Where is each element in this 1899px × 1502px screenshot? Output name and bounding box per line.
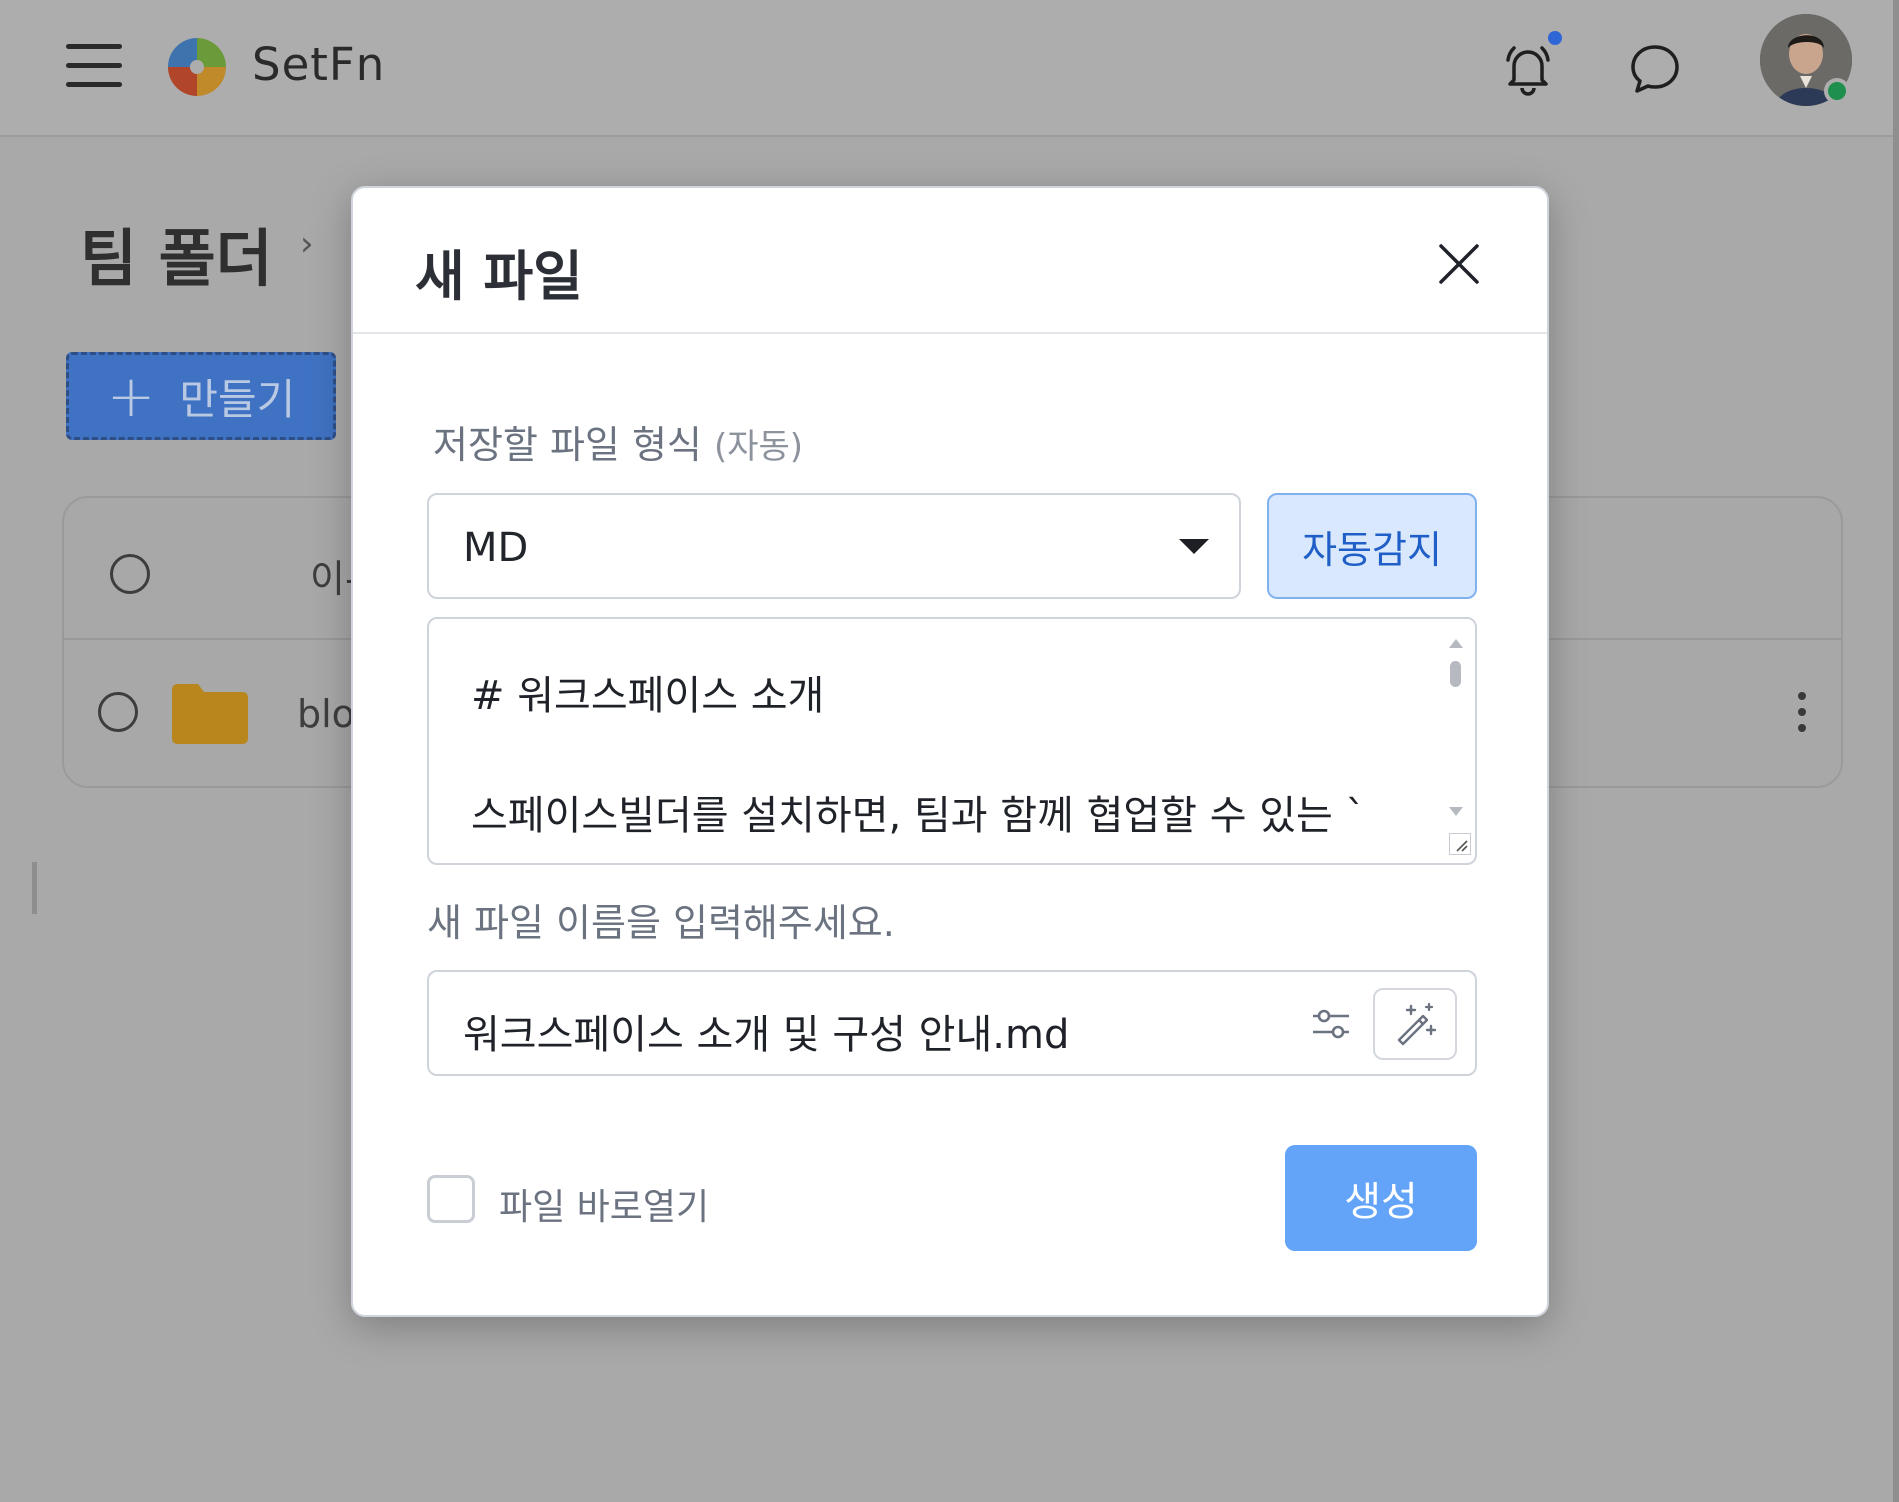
row-select-radio[interactable]	[98, 692, 138, 732]
caret-down-icon	[1179, 539, 1209, 554]
page-scrollbar[interactable]	[1893, 0, 1899, 1502]
content-line: 스페이스빌더를 설치하면, 팀과 함께 협업할 수 있는 `	[471, 793, 1366, 839]
format-selected-value: MD	[463, 525, 529, 571]
generate-button[interactable]: 생성	[1285, 1145, 1477, 1251]
dialog-title: 새 파일	[415, 245, 583, 308]
magic-wand-icon	[1397, 1002, 1437, 1046]
top-bar: SetFn	[0, 0, 1899, 137]
plus-icon: +	[106, 362, 156, 430]
new-file-dialog: 새 파일 저장할 파일 형식 (자동) MD 자동감지 # 워크스페이스 소개 …	[351, 186, 1549, 1317]
scroll-down-arrow-icon[interactable]	[1449, 807, 1463, 816]
brand-name: SetFn	[252, 38, 386, 91]
create-button-label: 만들기	[179, 374, 296, 424]
open-file-checkbox[interactable]	[427, 1175, 475, 1223]
online-status-dot	[1824, 78, 1850, 104]
file-name-value: 워크스페이스 소개 및 구성 안내.md	[463, 1012, 1070, 1058]
file-name-label: 새 파일 이름을 입력해주세요.	[427, 901, 895, 945]
create-button[interactable]: + 만들기	[66, 352, 336, 440]
table-row-name[interactable]: blo	[297, 692, 355, 736]
sliders-icon[interactable]	[1311, 1006, 1351, 1042]
format-select[interactable]: MD	[427, 493, 1241, 599]
dialog-header: 새 파일	[353, 188, 1547, 334]
page-title: 팀 폴더	[80, 222, 273, 295]
close-icon[interactable]	[1433, 238, 1485, 290]
hamburger-menu-icon[interactable]	[66, 44, 122, 88]
setfn-logo-icon[interactable]	[166, 36, 228, 98]
scroll-up-arrow-icon[interactable]	[1449, 639, 1463, 648]
auto-detect-button[interactable]: 자동감지	[1267, 493, 1477, 599]
notification-dot	[1548, 31, 1562, 45]
file-name-input[interactable]: 워크스페이스 소개 및 구성 안내.md	[427, 970, 1477, 1076]
folder-icon	[172, 684, 248, 744]
resize-handle-icon[interactable]	[1449, 833, 1471, 855]
ai-generate-name-button[interactable]	[1373, 988, 1457, 1060]
chat-bubble-icon[interactable]	[1628, 42, 1682, 96]
breadcrumb-chevron-icon: ›	[300, 224, 314, 264]
open-file-checkbox-label[interactable]: 파일 바로열기	[499, 1178, 709, 1230]
format-label-text: 저장할 파일 형식	[433, 423, 702, 467]
textarea-scroll-thumb[interactable]	[1450, 661, 1461, 687]
content-textarea[interactable]: # 워크스페이스 소개 스페이스빌더를 설치하면, 팀과 함께 협업할 수 있는…	[427, 617, 1477, 865]
format-label-auto: (자동)	[713, 427, 804, 467]
select-all-radio[interactable]	[110, 554, 150, 594]
scroll-marker	[32, 862, 37, 914]
notification-bell-icon[interactable]	[1500, 40, 1556, 96]
format-label: 저장할 파일 형식 (자동)	[433, 414, 803, 469]
content-line: # 워크스페이스 소개	[471, 673, 825, 719]
row-more-icon[interactable]	[1798, 692, 1808, 740]
